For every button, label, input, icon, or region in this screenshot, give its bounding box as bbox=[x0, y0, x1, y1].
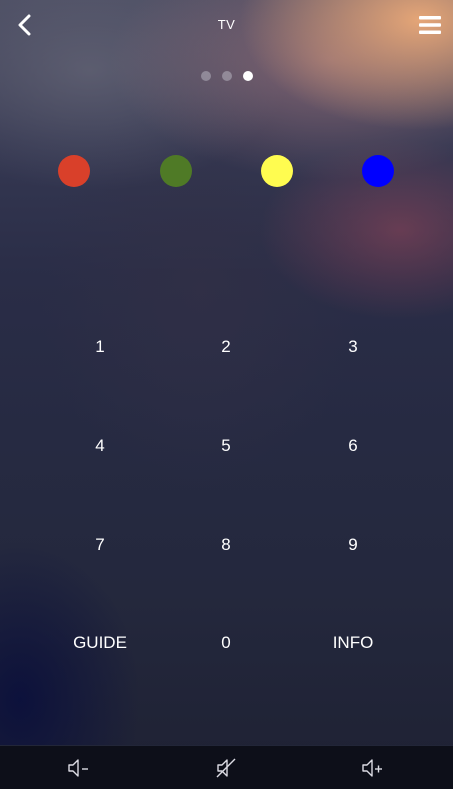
header: TV bbox=[0, 0, 453, 52]
page-indicator bbox=[0, 71, 453, 81]
key-1[interactable]: 1 bbox=[40, 327, 160, 367]
page-dot-3[interactable] bbox=[242, 71, 253, 81]
volume-bar bbox=[0, 745, 453, 789]
blurred-background bbox=[0, 0, 453, 789]
page-dot-1[interactable] bbox=[200, 71, 211, 81]
volume-down-button[interactable] bbox=[64, 754, 94, 782]
key-8[interactable]: 8 bbox=[166, 525, 286, 565]
volume-up-icon bbox=[362, 759, 382, 777]
key-6[interactable]: 6 bbox=[293, 426, 413, 466]
green-button[interactable] bbox=[160, 155, 192, 187]
page-title: TV bbox=[217, 17, 236, 32]
yellow-button[interactable] bbox=[261, 155, 293, 187]
key-2[interactable]: 2 bbox=[166, 327, 286, 367]
key-9[interactable]: 9 bbox=[293, 525, 413, 565]
volume-up-button[interactable] bbox=[358, 754, 388, 782]
guide-button[interactable]: GUIDE bbox=[40, 623, 160, 663]
hamburger-menu-icon bbox=[419, 16, 441, 34]
blue-button[interactable] bbox=[362, 155, 394, 187]
key-0[interactable]: 0 bbox=[166, 623, 286, 663]
key-3[interactable]: 3 bbox=[293, 327, 413, 367]
page-dot-2[interactable] bbox=[221, 71, 232, 81]
info-button[interactable]: INFO bbox=[293, 623, 413, 663]
menu-button[interactable] bbox=[415, 10, 445, 40]
mute-icon bbox=[216, 758, 236, 778]
red-button[interactable] bbox=[58, 155, 90, 187]
key-5[interactable]: 5 bbox=[166, 426, 286, 466]
key-7[interactable]: 7 bbox=[40, 525, 160, 565]
key-4[interactable]: 4 bbox=[40, 426, 160, 466]
volume-down-icon bbox=[68, 759, 88, 777]
mute-button[interactable] bbox=[211, 754, 241, 782]
